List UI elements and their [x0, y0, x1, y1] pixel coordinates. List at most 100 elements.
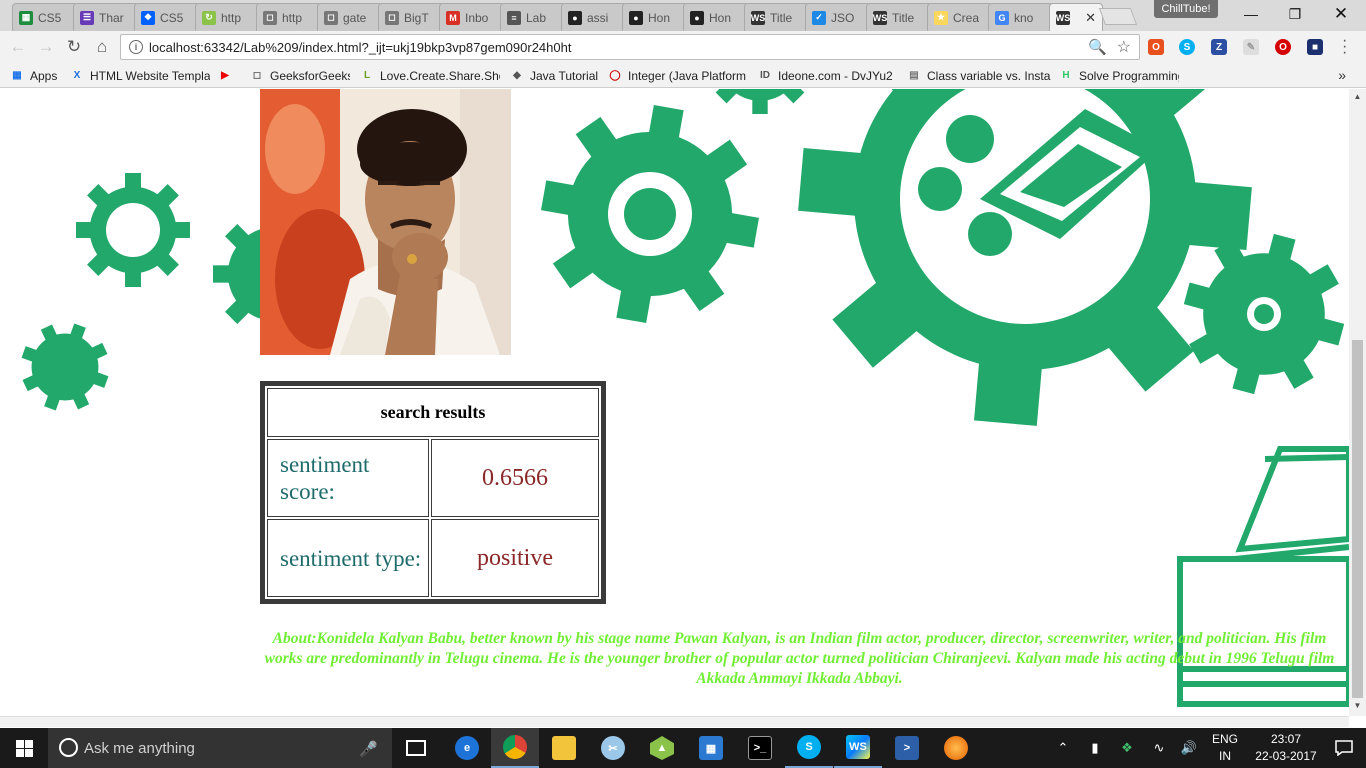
tab-8[interactable]: ≡ Lab — [500, 3, 566, 31]
reload-icon[interactable]: ↻ — [63, 36, 85, 58]
bookmark-item[interactable]: ◆ Java Tutorial — [510, 67, 602, 84]
show-hidden-icons-icon[interactable]: ⌃ — [1052, 728, 1074, 768]
bookmark-item[interactable]: ▤ Class variable vs. Insta — [907, 67, 1052, 84]
tab-label: Title — [892, 10, 915, 25]
start-button[interactable] — [0, 728, 48, 768]
chrome-taskbar-icon[interactable] — [491, 728, 539, 768]
bookmark-item[interactable]: X HTML Website Templa — [70, 67, 210, 84]
battery-icon[interactable]: ▮ — [1084, 728, 1106, 768]
bookmark-label: Apps — [30, 68, 58, 83]
scroll-up-icon[interactable]: ▲ — [1349, 92, 1366, 104]
bookmark-item[interactable]: L Love.Create.Share.Sho — [360, 67, 500, 84]
file-explorer-icon[interactable] — [540, 728, 588, 768]
chrome-menu-icon[interactable]: · · · — [1342, 33, 1347, 61]
restore-icon[interactable]: ❐ — [1272, 0, 1318, 28]
close-tab-icon[interactable]: ✕ — [1085, 10, 1096, 26]
close-window-icon[interactable]: ✕ — [1318, 0, 1364, 28]
site-info-icon[interactable]: i — [129, 40, 143, 54]
command-prompt-icon[interactable]: >_ — [736, 728, 784, 768]
new-tab-button[interactable] — [1098, 8, 1138, 25]
tab-10[interactable]: ● Hon — [622, 3, 688, 31]
zotero-extension-icon[interactable]: Z — [1211, 39, 1227, 55]
edge-icon[interactable]: e — [443, 728, 491, 768]
input-language[interactable]: ENG IN — [1205, 731, 1245, 765]
more-bookmarks-icon[interactable]: » — [1338, 67, 1346, 83]
bookmark-item[interactable]: ◻ GeeksforGeeks — [250, 67, 350, 84]
pdf-extension-icon[interactable]: ✎ — [1243, 39, 1259, 55]
tab-0[interactable]: ▦ CS5 — [12, 3, 78, 31]
windows-taskbar: Ask me anything 🎤 e ✂ ▲ ▦ >_ S WS > ⌃ ▮ … — [0, 728, 1366, 768]
tab-label: Inbo — [465, 10, 489, 25]
home-icon[interactable]: ⌂ — [91, 36, 113, 58]
webstorm-icon: WS — [1055, 10, 1071, 25]
action-center-icon[interactable] — [1322, 728, 1366, 768]
address-bar[interactable]: i localhost:63342/Lab%209/index.html?_ij… — [120, 34, 1140, 60]
bookmark-label: Class variable vs. Insta — [927, 68, 1051, 83]
opera-extension-icon[interactable]: O — [1275, 39, 1291, 55]
office-extension-icon[interactable]: O — [1148, 39, 1164, 55]
back-icon[interactable]: ← — [7, 36, 29, 58]
profile-button[interactable]: ChillTube! — [1154, 0, 1218, 18]
tab-label: CS5 — [38, 10, 62, 25]
android-studio-icon[interactable]: ▲ — [638, 728, 686, 768]
task-view-icon[interactable] — [392, 728, 440, 768]
l-logo-icon: L — [363, 70, 371, 81]
bookmark-star-icon[interactable]: ☆ — [1117, 37, 1131, 57]
screen-extension-icon[interactable]: ■ — [1307, 39, 1323, 55]
tab-label: Title — [770, 10, 793, 25]
bookmark-label: Integer (Java Platform — [628, 68, 747, 83]
microphone-icon[interactable]: 🎤 — [359, 740, 378, 758]
tab-4[interactable]: ◻ http — [256, 3, 322, 31]
cortana-search-box[interactable]: Ask me anything 🎤 — [48, 728, 392, 768]
skype-taskbar-icon[interactable]: S — [785, 728, 833, 768]
tab-14[interactable]: WS Title — [866, 3, 932, 31]
tab-17[interactable]: WS ✕ — [1049, 3, 1103, 31]
tab-15[interactable]: ★ Crea — [927, 3, 993, 31]
bookmark-item[interactable]: ▶ — [218, 67, 238, 84]
tab-16[interactable]: Gkno — [988, 3, 1054, 31]
powershell-icon[interactable]: > — [883, 728, 931, 768]
tab-2[interactable]: ❖ CS5 — [134, 3, 200, 31]
horizontal-scrollbar[interactable] — [0, 716, 1349, 727]
wifi-icon[interactable]: ∿ — [1148, 728, 1170, 768]
bookmark-item[interactable]: ◯ Integer (Java Platform — [608, 67, 748, 84]
zoom-icon[interactable]: 🔍 — [1088, 38, 1107, 56]
sentiment-type-label: sentiment type: — [267, 519, 429, 597]
monitor-icon: ▤ — [909, 70, 919, 81]
scrollbar-thumb[interactable] — [1352, 340, 1363, 698]
dropbox-tray-icon[interactable]: ❖ — [1116, 728, 1138, 768]
bookmark-item[interactable]: H Solve Programming C — [1059, 67, 1179, 84]
forward-icon[interactable]: → — [35, 36, 57, 58]
tab-6[interactable]: ◻ BigT — [378, 3, 444, 31]
tab-3[interactable]: ↻ http — [195, 3, 261, 31]
tab-1[interactable]: ☰ Thar — [73, 3, 139, 31]
tab-11[interactable]: ● Hon — [683, 3, 749, 31]
firefox-icon[interactable] — [932, 728, 980, 768]
minimize-icon[interactable]: — — [1228, 0, 1274, 28]
browser-toolbar: ← → ↻ ⌂ i localhost:63342/Lab%209/index.… — [0, 31, 1366, 63]
bookmark-label: GeeksforGeeks — [270, 68, 350, 83]
tab-7[interactable]: M Inbo — [439, 3, 505, 31]
skype-extension-icon[interactable]: S — [1179, 39, 1195, 55]
url-text: localhost:63342/Lab%209/index.html?_ijt=… — [149, 39, 572, 55]
snipping-tool-icon[interactable]: ✂ — [589, 728, 637, 768]
tab-9[interactable]: ● assi — [561, 3, 627, 31]
search-placeholder: Ask me anything — [84, 739, 195, 757]
system-clock[interactable]: 23:07 22-03-2017 — [1250, 731, 1322, 765]
github-icon: ● — [568, 10, 582, 25]
bookmark-item[interactable]: ▦ Apps — [10, 67, 65, 84]
volume-icon[interactable]: 🔊 — [1178, 728, 1200, 768]
github-icon: ● — [629, 10, 643, 25]
tab-label: BigT — [404, 10, 429, 25]
sticky-app-icon[interactable]: ▦ — [687, 728, 735, 768]
scroll-down-icon[interactable]: ▼ — [1349, 701, 1366, 713]
sentiment-score-value: 0.6566 — [431, 439, 599, 517]
page-icon: ◻ — [263, 10, 277, 25]
tab-13[interactable]: ✓ JSO — [805, 3, 871, 31]
tab-5[interactable]: ◻ gate — [317, 3, 383, 31]
bulb-icon: ★ — [934, 10, 948, 25]
oracle-icon: ◯ — [609, 70, 621, 81]
bookmark-item[interactable]: ID Ideone.com - DvJYu2 — [758, 67, 898, 84]
tab-12[interactable]: WS Title — [744, 3, 810, 31]
webstorm-taskbar-icon[interactable]: WS — [834, 728, 882, 768]
